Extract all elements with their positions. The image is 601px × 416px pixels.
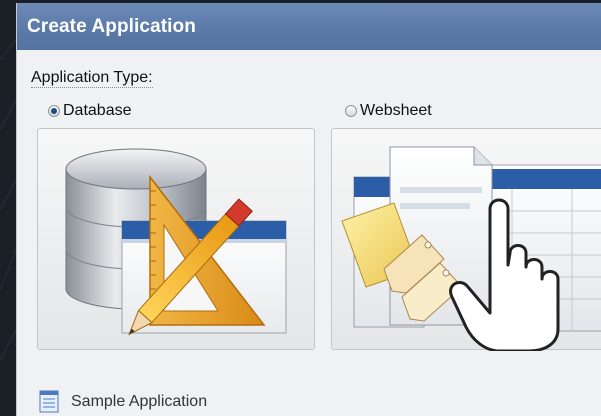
websheet-radio-option[interactable]: Websheet [345, 102, 432, 120]
application-type-label: Application Type: [31, 69, 153, 88]
database-icon [65, 148, 287, 336]
websheet-radio[interactable] [345, 105, 357, 117]
database-label: Database [63, 102, 132, 119]
dialog-titlebar: Create Application [17, 3, 601, 50]
create-application-dialog: Create Application Application Type: Dat… [16, 3, 601, 416]
document-icon [39, 390, 59, 413]
database-tile[interactable] [37, 128, 315, 350]
websheet-tile[interactable] [331, 128, 601, 351]
sample-application-label[interactable]: Sample Application [71, 393, 207, 411]
sample-application-link[interactable]: Sample Application [39, 390, 207, 413]
database-radio[interactable] [48, 105, 60, 117]
database-radio-option[interactable]: Database [48, 102, 132, 120]
websheet-label: Websheet [360, 102, 432, 119]
dialog-title: Create Application [27, 16, 196, 37]
websheet-icon [341, 146, 601, 351]
